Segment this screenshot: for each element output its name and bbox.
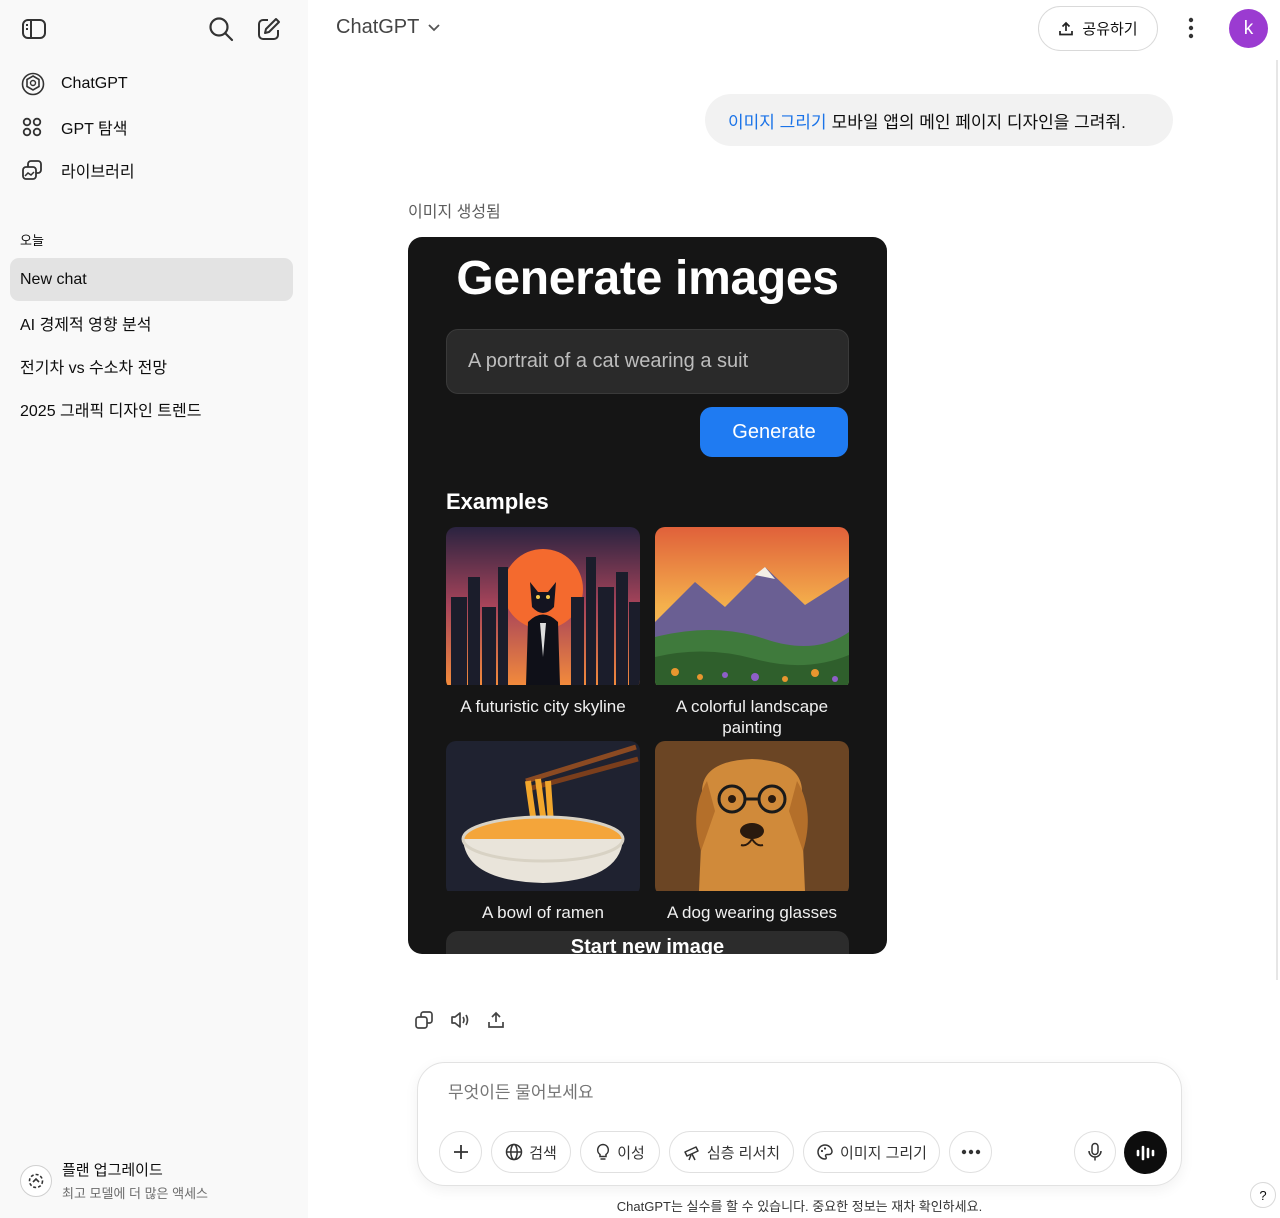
palette-icon: [816, 1143, 834, 1161]
image-prompt-field: A portrait of a cat wearing a suit: [446, 329, 849, 394]
chat-history-item[interactable]: New chat: [10, 258, 293, 301]
reason-label: 이성: [617, 1144, 645, 1162]
upgrade-subtitle: 최고 모델에 더 많은 액세스: [62, 1186, 209, 1201]
example-card: A dog wearing glasses: [655, 741, 849, 923]
disclaimer: ChatGPT는 실수를 할 수 있습니다. 중요한 정보는 재차 확인하세요.: [616, 1199, 983, 1214]
message-actions: [406, 1006, 514, 1034]
openai-logo-icon: [20, 71, 50, 97]
more-options-icon[interactable]: [1176, 10, 1206, 46]
example-caption: A futuristic city skyline: [460, 697, 626, 716]
more-tools-icon[interactable]: [949, 1131, 992, 1173]
sidebar-nav: ChatGPT GPT 탐색 라이브러리: [10, 62, 292, 191]
deep-research-button[interactable]: 심층 리서치: [669, 1131, 794, 1173]
grid-icon: [20, 115, 50, 139]
user-message-bubble: 이미지 그리기 모바일 앱의 메인 페이지 디자인을 그려줘.: [705, 94, 1173, 146]
share-icon: [1058, 21, 1074, 37]
landscape-thumbnail: [655, 527, 849, 690]
help-button[interactable]: ?: [1250, 1182, 1276, 1208]
sidebar-item-library[interactable]: 라이브러리: [10, 148, 292, 191]
image-tool-button[interactable]: 이미지 그리기: [803, 1131, 940, 1173]
sidebar-top-bar: [14, 12, 288, 46]
reason-button[interactable]: 이성: [580, 1131, 660, 1173]
chat-history-item[interactable]: 2025 그래픽 디자인 트렌드: [10, 387, 293, 430]
search-icon[interactable]: [203, 12, 239, 46]
attach-button[interactable]: [439, 1131, 482, 1173]
example-caption: A dog wearing glasses: [666, 903, 838, 922]
deep-research-label: 심층 리서치: [706, 1144, 781, 1162]
read-aloud-icon[interactable]: [442, 1006, 478, 1034]
avatar[interactable]: k: [1229, 9, 1268, 48]
sidebar-item-label: 라이브러리: [61, 163, 135, 181]
plus-icon: [451, 1142, 471, 1162]
share-button[interactable]: 공유하기: [1038, 6, 1158, 51]
composer: 검색 이성 심층 리서치 이미지 그리기: [417, 1062, 1182, 1186]
chat-history-item[interactable]: AI 경제적 영향 분석: [10, 301, 293, 344]
copy-icon[interactable]: [406, 1006, 442, 1034]
user-message-text: 모바일 앱의 메인 페이지 디자인을 그려줘.: [831, 112, 1126, 132]
city-skyline-thumbnail: [446, 527, 640, 690]
upgrade-icon: [20, 1164, 52, 1197]
share-label: 공유하기: [1082, 21, 1138, 38]
image-status-label: 이미지 생성됨: [408, 204, 501, 221]
lightbulb-icon: [595, 1143, 611, 1161]
sidebar-toggle-icon[interactable]: [16, 12, 52, 46]
sidebar-item-gpt-explore[interactable]: GPT 탐색: [10, 105, 292, 148]
upgrade-title: 플랜 업그레이드: [62, 1162, 163, 1179]
image-generate-button: Generate: [700, 407, 848, 457]
search-button[interactable]: 검색: [491, 1131, 571, 1173]
telescope-icon: [683, 1143, 701, 1161]
share-icon[interactable]: [478, 1006, 514, 1034]
sidebar-item-label: ChatGPT: [61, 74, 128, 92]
image-title: Generate images: [456, 252, 839, 305]
microphone-icon[interactable]: [1074, 1131, 1116, 1173]
example-card: A colorful landscape painting: [655, 527, 849, 738]
example-card: A futuristic city skyline: [446, 527, 640, 717]
sidebar-item-chatgpt[interactable]: ChatGPT: [10, 62, 292, 105]
scrollbar[interactable]: [1276, 60, 1278, 980]
dog-thumbnail: [655, 741, 849, 896]
chat-history-item[interactable]: 전기차 vs 수소차 전망: [10, 344, 293, 387]
search-label: 검색: [529, 1144, 557, 1162]
top-header: ChatGPT 공유하기 k: [308, 0, 1280, 58]
generated-image[interactable]: Generate images A portrait of a cat wear…: [408, 237, 887, 954]
prompt-input[interactable]: [448, 1083, 1048, 1103]
example-caption: A colorful landscape painting: [675, 697, 829, 737]
voice-mode-icon[interactable]: [1124, 1131, 1167, 1174]
image-examples-heading: Examples: [446, 489, 549, 514]
upgrade-plan-button[interactable]: 플랜 업그레이드 최고 모델에 더 많은 액세스: [20, 1159, 208, 1202]
chat-history-list: New chat AI 경제적 영향 분석 전기차 vs 수소차 전망 2025…: [10, 258, 293, 430]
example-caption: A bowl of ramen: [482, 903, 604, 922]
sidebar-item-label: GPT 탐색: [61, 120, 128, 138]
section-today-label: 오늘: [20, 233, 44, 248]
new-chat-icon[interactable]: [251, 12, 287, 46]
chevron-down-icon: [427, 23, 441, 33]
example-card: A bowl of ramen: [446, 741, 640, 923]
ramen-thumbnail: [446, 741, 640, 896]
model-name: ChatGPT: [336, 16, 420, 38]
image-tool-label: 이미지 그리기: [840, 1144, 927, 1162]
library-icon: [20, 158, 50, 182]
sidebar: ChatGPT GPT 탐색 라이브러리 오늘 New chat AI 경제적 …: [0, 0, 308, 1218]
start-new-image-button: Start new image: [446, 931, 849, 954]
globe-icon: [505, 1143, 523, 1161]
model-selector[interactable]: ChatGPT: [336, 16, 441, 39]
tool-tag: 이미지 그리기: [728, 112, 827, 132]
